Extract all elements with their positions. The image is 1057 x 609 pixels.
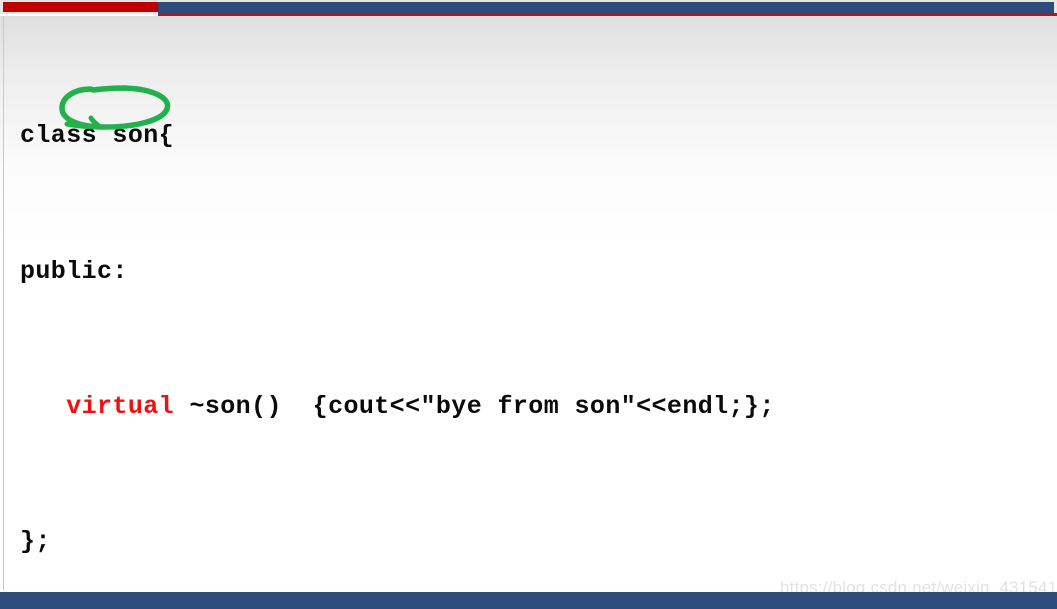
code-block: class son{ public: virtual ~son() {cout<… [20, 18, 1050, 609]
code-line: class son{ [20, 119, 1050, 153]
slide-canvas: class son{ public: virtual ~son() {cout<… [0, 0, 1057, 609]
bottom-decoration-bar [0, 592, 1057, 609]
keyword-virtual: virtual [66, 391, 175, 421]
code-line-text: ~son() {cout<<"bye from son"<<endl;}; [174, 391, 775, 421]
topbar-blue-segment [158, 2, 1054, 13]
code-line-text: public: [20, 256, 128, 286]
code-line: public: [20, 255, 1050, 289]
code-line: }; [20, 525, 1050, 559]
code-line-text: class son{ [20, 121, 175, 151]
code-line-text: }; [20, 526, 51, 556]
left-edge-rule [3, 16, 4, 590]
topbar-red-segment [3, 2, 158, 12]
top-decoration-bar [0, 0, 1057, 14]
code-line-virtual-destructor: virtual ~son() {cout<<"bye from son"<<en… [20, 390, 1050, 424]
